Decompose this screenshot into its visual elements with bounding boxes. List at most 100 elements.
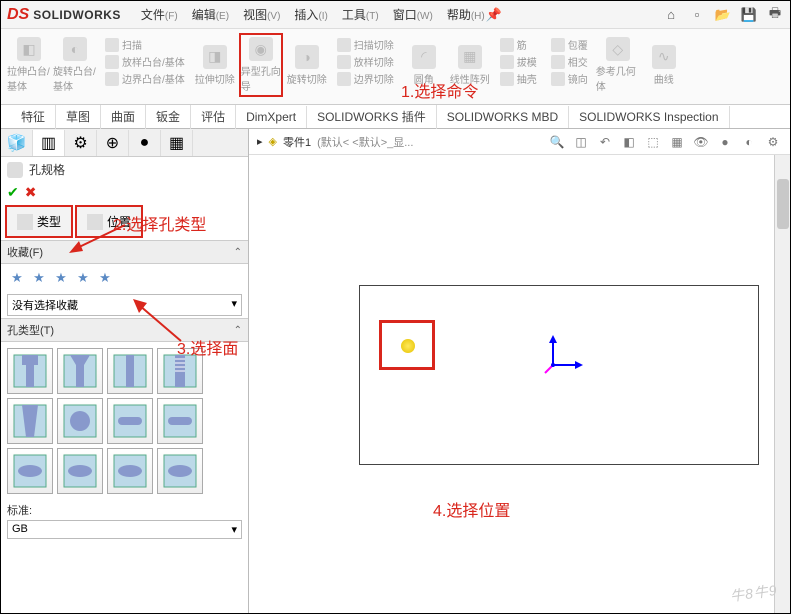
- print-icon[interactable]: 🖶: [766, 6, 784, 24]
- save-icon[interactable]: 💾: [740, 6, 758, 24]
- boundary-cut-icon: [337, 72, 351, 86]
- boundary-button[interactable]: 边界凸台/基体: [105, 71, 185, 86]
- revolve-cut-button[interactable]: ◑旋转切除: [285, 33, 329, 97]
- open-icon[interactable]: 📂: [714, 6, 732, 24]
- hole-wizard-button[interactable]: ◉异型孔向导: [239, 33, 283, 97]
- hole-slot[interactable]: [7, 448, 53, 494]
- fillet-button[interactable]: ◜圆角: [402, 33, 446, 97]
- ref-geom-button[interactable]: ◇参考几何体: [596, 33, 640, 97]
- tab-inspection[interactable]: SOLIDWORKS Inspection: [569, 106, 729, 128]
- hole-slot2[interactable]: [57, 448, 103, 494]
- shell-button[interactable]: 抽壳: [500, 71, 537, 86]
- menu-insert[interactable]: 插入(I): [294, 6, 327, 23]
- wrap-button[interactable]: 包覆: [551, 37, 588, 52]
- hole-simple[interactable]: [107, 348, 153, 394]
- fav-del-icon[interactable]: ★: [51, 268, 71, 288]
- hole-counterbore[interactable]: [7, 348, 53, 394]
- tab-sketch[interactable]: 草图: [56, 104, 101, 129]
- loft-cut-button[interactable]: 放样切除: [337, 54, 394, 69]
- boundary-cut-button[interactable]: 边界切除: [337, 71, 394, 86]
- doc-name[interactable]: 零件1: [283, 134, 311, 150]
- pin-icon[interactable]: 📌: [485, 6, 503, 24]
- apply-scene-icon[interactable]: ◐: [740, 133, 758, 151]
- tab-type[interactable]: 类型: [5, 205, 73, 238]
- other-tab[interactable]: ▦: [161, 130, 193, 156]
- hole-tapered-tap[interactable]: [7, 398, 53, 444]
- hole-straight-tap[interactable]: [157, 348, 203, 394]
- display-style-icon[interactable]: ▦: [668, 133, 686, 151]
- edit-appearance-icon[interactable]: ●: [716, 133, 734, 151]
- home-icon[interactable]: ⌂: [662, 6, 680, 24]
- fav-add-icon[interactable]: ★: [7, 268, 27, 288]
- view-settings-icon[interactable]: ⚙: [764, 133, 782, 151]
- extrude-cut-button[interactable]: ◨拉伸切除: [193, 33, 237, 97]
- menu-edit[interactable]: 编辑(E): [192, 6, 229, 23]
- hole-countersink[interactable]: [57, 348, 103, 394]
- loft-button[interactable]: 放样凸台/基体: [105, 54, 185, 69]
- sweep-button[interactable]: 扫描: [105, 37, 185, 52]
- dims-tab[interactable]: ⊕: [97, 130, 129, 156]
- new-icon[interactable]: ▫: [688, 6, 706, 24]
- fav-load-icon[interactable]: ★: [95, 268, 115, 288]
- sweep-icon: [105, 38, 119, 52]
- property-tab[interactable]: ▥: [33, 130, 65, 156]
- view-triad[interactable]: [543, 335, 583, 375]
- hide-show-icon[interactable]: 👁: [692, 133, 710, 151]
- config-tab[interactable]: ⚙: [65, 130, 97, 156]
- sweep-cut-button[interactable]: 扫描切除: [337, 37, 394, 52]
- model-face[interactable]: [359, 285, 759, 465]
- menu-help[interactable]: 帮助(H): [447, 6, 485, 23]
- zoom-area-icon[interactable]: ◫: [572, 133, 590, 151]
- fav-update-icon[interactable]: ★: [29, 268, 49, 288]
- menu-file[interactable]: 文件(F): [141, 6, 178, 23]
- rib-button[interactable]: 筋: [500, 37, 537, 52]
- tab-mbd[interactable]: SOLIDWORKS MBD: [437, 106, 569, 128]
- tab-sheetmetal[interactable]: 钣金: [146, 104, 191, 129]
- ref-geom-icon: ◇: [606, 37, 630, 61]
- ribbon: ◧拉伸凸台/基体 ◐旋转凸台/基体 扫描 放样凸台/基体 边界凸台/基体 ◨拉伸…: [1, 29, 790, 105]
- feature-tree-tab[interactable]: 🧊: [1, 130, 33, 156]
- hole-type-header[interactable]: 孔类型(T)⌃: [1, 318, 248, 342]
- tab-addins[interactable]: SOLIDWORKS 插件: [307, 104, 437, 129]
- type-icon: [17, 214, 33, 230]
- standard-select[interactable]: GB▾: [7, 520, 242, 539]
- tab-surface[interactable]: 曲面: [101, 104, 146, 129]
- favorites-select[interactable]: 没有选择收藏▾: [7, 294, 242, 316]
- prev-view-icon[interactable]: ↶: [596, 133, 614, 151]
- draft-button[interactable]: 拔模: [500, 54, 537, 69]
- hole-point[interactable]: [401, 339, 415, 353]
- vertical-scrollbar[interactable]: [774, 155, 790, 613]
- hole-csink-slot[interactable]: [157, 398, 203, 444]
- hole-slot3[interactable]: [107, 448, 153, 494]
- intersect-button[interactable]: 相交: [551, 54, 588, 69]
- scroll-thumb[interactable]: [777, 179, 789, 229]
- mirror-icon: [551, 72, 565, 86]
- revolve-boss-button[interactable]: ◐旋转凸台/基体: [53, 33, 97, 97]
- ok-button[interactable]: ✔: [7, 184, 19, 201]
- tab-dimxpert[interactable]: DimXpert: [236, 106, 307, 128]
- appearance-tab[interactable]: ●: [129, 130, 161, 156]
- chevron-icon: ⌃: [234, 325, 242, 336]
- zoom-to-fit-icon[interactable]: 🔍: [548, 133, 566, 151]
- curves-button[interactable]: ∿曲线: [642, 33, 686, 97]
- favorites-header[interactable]: 收藏(F)⌃: [1, 240, 248, 264]
- menu-window[interactable]: 窗口(W): [393, 6, 433, 23]
- graphics-viewport[interactable]: 牛8牛9: [249, 155, 790, 613]
- pattern-button[interactable]: ▦线性阵列: [448, 33, 492, 97]
- extrude-boss-button[interactable]: ◧拉伸凸台/基体: [7, 33, 51, 97]
- menu-tools[interactable]: 工具(T): [342, 6, 379, 23]
- tab-evaluate[interactable]: 评估: [191, 104, 236, 129]
- tab-position[interactable]: 位置: [75, 205, 143, 238]
- menu-view[interactable]: 视图(V): [243, 6, 280, 23]
- mirror-button[interactable]: 镜向: [551, 71, 588, 86]
- section-view-icon[interactable]: ◧: [620, 133, 638, 151]
- fav-save-icon[interactable]: ★: [73, 268, 93, 288]
- curves-icon: ∿: [652, 45, 676, 69]
- tab-features[interactable]: 特征: [11, 104, 56, 129]
- tree-toggle-icon[interactable]: ▸: [257, 135, 263, 148]
- hole-cbore-slot[interactable]: [107, 398, 153, 444]
- hole-slot4[interactable]: [157, 448, 203, 494]
- view-orient-icon[interactable]: ⬚: [644, 133, 662, 151]
- hole-legacy[interactable]: [57, 398, 103, 444]
- cancel-button[interactable]: ✖: [25, 184, 37, 201]
